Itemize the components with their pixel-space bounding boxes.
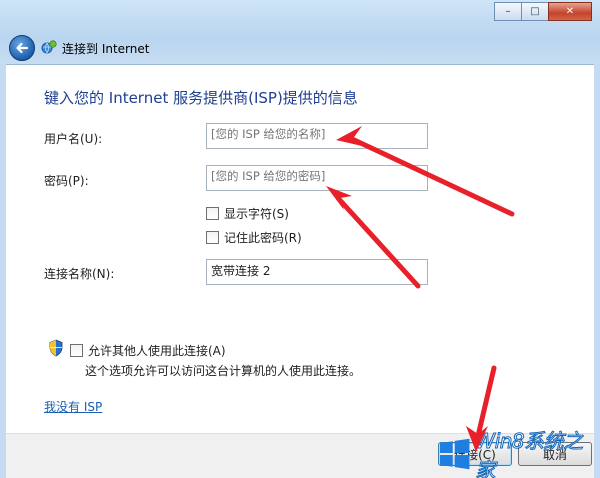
window-title: 连接到 Internet	[62, 42, 150, 56]
connection-name-field[interactable]	[206, 259, 428, 285]
password-input[interactable]	[211, 169, 423, 183]
show-chars-option[interactable]: 显示字符(S)	[206, 205, 289, 222]
password-field[interactable]	[206, 165, 428, 191]
password-label: 密码(P):	[44, 174, 89, 188]
dialog-window: – □ ✕ 连接到 Internet 键入您的 Internet 服务提供商(I…	[0, 0, 600, 478]
page-heading: 键入您的 Internet 服务提供商(ISP)提供的信息	[44, 89, 358, 107]
minimize-button[interactable]: –	[494, 2, 522, 21]
show-chars-label: 显示字符(S)	[224, 207, 289, 221]
username-field[interactable]	[206, 123, 428, 149]
network-globe-icon	[41, 40, 57, 54]
username-label: 用户名(U):	[44, 132, 103, 146]
allow-others-description: 这个选项允许可以访问这台计算机的人使用此连接。	[85, 364, 362, 378]
close-button[interactable]: ✕	[548, 2, 592, 21]
username-input[interactable]	[211, 127, 423, 141]
watermark-text: Win8系统之家	[475, 429, 584, 478]
uac-shield-icon	[49, 339, 63, 357]
connection-name-label: 连接名称(N):	[44, 267, 115, 281]
site-watermark: Win8系统之家	[438, 429, 600, 478]
windows-logo-icon	[439, 438, 470, 470]
title-bar: – □ ✕ 连接到 Internet	[0, 0, 600, 65]
show-chars-checkbox[interactable]	[206, 207, 219, 220]
remember-password-checkbox[interactable]	[206, 231, 219, 244]
allow-others-label: 允许其他人使用此连接(A)	[88, 344, 226, 358]
allow-others-option[interactable]: 允许其他人使用此连接(A)	[70, 342, 226, 359]
dialog-content: 键入您的 Internet 服务提供商(ISP)提供的信息 用户名(U): 密码…	[6, 65, 594, 433]
maximize-button[interactable]: □	[521, 2, 549, 21]
window-controls: – □ ✕	[494, 2, 592, 21]
allow-others-checkbox[interactable]	[70, 344, 83, 357]
window-frame-right	[594, 64, 600, 478]
remember-password-option[interactable]: 记住此密码(R)	[206, 229, 302, 246]
remember-password-label: 记住此密码(R)	[224, 231, 302, 245]
no-isp-link[interactable]: 我没有 ISP	[44, 398, 102, 415]
back-button[interactable]	[9, 35, 35, 61]
back-arrow-icon	[16, 42, 29, 54]
connection-name-input[interactable]	[211, 263, 423, 277]
